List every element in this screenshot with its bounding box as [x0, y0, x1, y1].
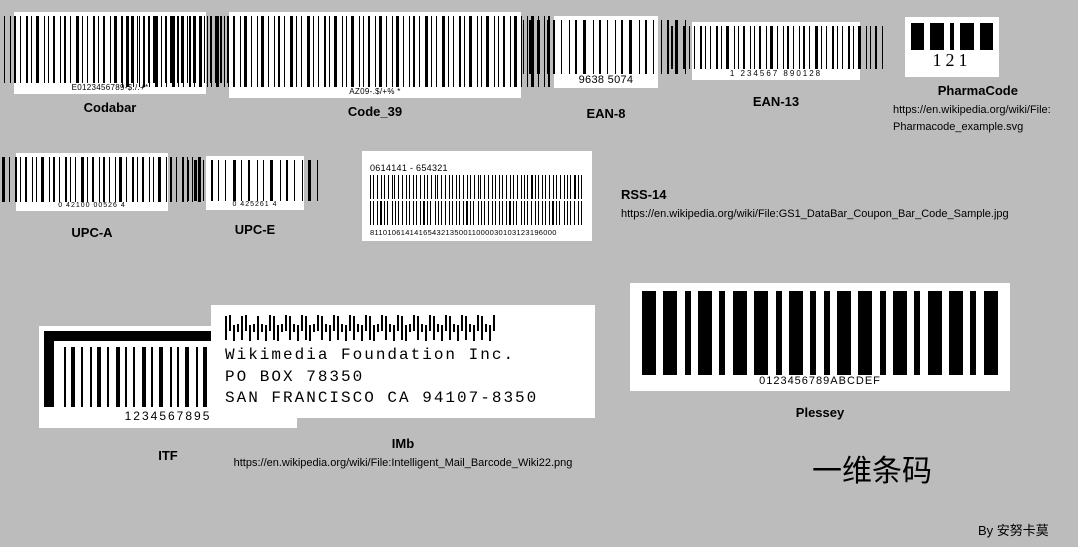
imb-line2: PO BOX 78350 — [225, 367, 581, 389]
rss14-label: RSS-14 — [621, 187, 1009, 202]
upca-text: 0 42100 00526 4 — [58, 202, 126, 209]
upce-text: 0 425261 4 — [232, 201, 277, 208]
ean13-label: EAN-13 — [692, 94, 860, 109]
pharmacode-url: https://en.wikipedia.org/wiki/File: Phar… — [893, 102, 1051, 135]
barcode-ean13: 1 234567 890128 EAN-13 — [692, 22, 860, 109]
plessey-text: 0123456789ABCDEF — [759, 375, 881, 387]
stacked-digits: 8110106141416543213500110000301031231960… — [370, 228, 557, 237]
stacked-numbers: 0614141 - 654321 — [370, 163, 448, 173]
codabar-label: Codabar — [14, 100, 206, 115]
imb-line1: Wikimedia Foundation Inc. — [225, 345, 581, 367]
page-title: 一维条码 — [812, 446, 932, 490]
pharmacode-text: 121 — [933, 50, 972, 71]
barcode-plessey: 0123456789ABCDEF Plessey — [630, 283, 1010, 420]
ean13-text: 1 234567 890128 — [730, 69, 822, 78]
ean8-label: EAN-8 — [554, 106, 658, 121]
plessey-label: Plessey — [630, 405, 1010, 420]
upca-label: UPC-A — [16, 225, 168, 240]
barcode-upca: 0 42100 00526 4 UPC-A — [16, 153, 168, 240]
rss14-url: https://en.wikipedia.org/wiki/File:GS1_D… — [621, 206, 1009, 223]
barcode-rss14: RSS-14 https://en.wikipedia.org/wiki/Fil… — [621, 187, 1009, 223]
pharmacode-label: PharmaCode — [905, 83, 1051, 98]
code39-label: Code_39 — [229, 104, 521, 119]
barcode-code39: AZ09-.$/+% * Code_39 — [229, 12, 521, 119]
barcode-pharmacode: 121 PharmaCode https://en.wikipedia.org/… — [905, 17, 1051, 135]
barcode-imb: Wikimedia Foundation Inc. PO BOX 78350 S… — [211, 305, 595, 471]
imb-label: IMb — [211, 436, 595, 451]
imb-line3: SAN FRANCISCO CA 94107-8350 — [225, 388, 581, 410]
ean8-text: 9638 5074 — [579, 74, 634, 86]
barcode-ean8: 9638 5074 EAN-8 — [554, 16, 658, 121]
barcode-stacked: 0614141 - 654321 81101061414165432135001… — [362, 151, 592, 241]
barcode-upce: 0 425261 4 UPC-E — [206, 156, 304, 237]
author-credit: By 安努卡莫 — [978, 520, 1049, 539]
code39-text: AZ09-.$/+% * — [349, 87, 400, 96]
upce-label: UPC-E — [206, 222, 304, 237]
imb-url: https://en.wikipedia.org/wiki/File:Intel… — [211, 455, 595, 472]
